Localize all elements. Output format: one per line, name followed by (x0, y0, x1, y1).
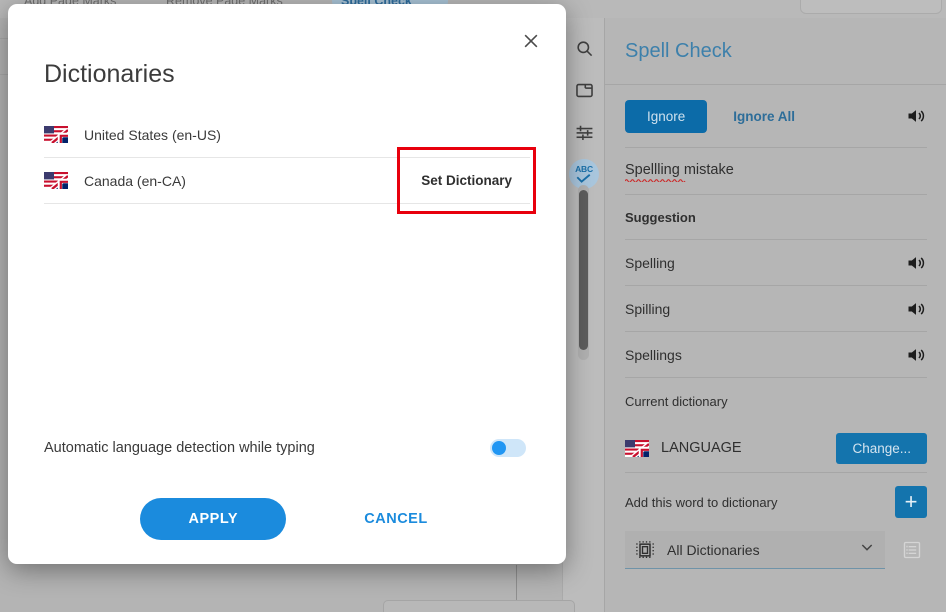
dictionary-book-icon (636, 540, 654, 558)
add-word-button[interactable]: + (895, 486, 927, 518)
chevron-down-icon (859, 539, 875, 560)
sliders-icon[interactable] (570, 118, 598, 146)
dictionaries-dialog: Dictionaries United States (en-US) Canad… (8, 4, 566, 564)
panel-body: Ignore Ignore All Spellling mistake Sugg… (605, 85, 946, 569)
speaker-icon-suggestion-0[interactable] (905, 253, 927, 273)
add-word-label: Add this word to dictionary (625, 494, 778, 510)
current-dictionary-row: LANGUAGE Change... (625, 424, 927, 472)
search-icon[interactable] (570, 34, 598, 62)
dictionary-list-item-canada[interactable]: Canada (en-CA) Set Dictionary (44, 147, 536, 214)
dictionary-item-label: United States (en-US) (84, 126, 221, 143)
suggestion-heading: Suggestion (625, 209, 696, 225)
dictionary-select[interactable]: All Dictionaries (625, 531, 885, 569)
panel-header: Spell Check (605, 18, 946, 85)
document-scrollbar-thumb[interactable] (579, 190, 588, 350)
suggestion-label: Spellings (625, 346, 682, 363)
auto-language-detection-row: Automatic language detection while typin… (44, 429, 544, 467)
speaker-icon-suggestion-1[interactable] (905, 299, 927, 319)
panel-title: Spell Check (625, 39, 732, 62)
dictionary-list-item-united-states[interactable]: United States (en-US) (44, 112, 530, 158)
dictionary-list-button[interactable] (897, 535, 927, 565)
current-dictionary-label: Current dictionary (625, 393, 728, 409)
ignore-actions-row: Ignore Ignore All (625, 85, 927, 147)
apply-button[interactable]: APPLY (140, 498, 287, 540)
us-uk-flag-icon (44, 126, 68, 143)
ignore-all-button[interactable]: Ignore All (733, 109, 795, 124)
suggestion-item-1[interactable]: Spilling (625, 286, 927, 331)
ignore-button[interactable]: Ignore (625, 99, 708, 133)
suggestion-label: Spilling (625, 300, 671, 317)
add-word-row: Add this word to dictionary + (625, 473, 927, 531)
dialog-actions: APPLY CANCEL (8, 498, 566, 540)
abc-spellcheck-icon[interactable]: ABC (569, 159, 599, 189)
ribbon-right-control[interactable] (800, 0, 942, 14)
cancel-button[interactable]: CANCEL (358, 510, 433, 528)
speaker-icon-suggestion-2[interactable] (905, 345, 927, 365)
panel-icon[interactable] (570, 76, 598, 104)
dictionary-item-label: Canada (en-CA) (84, 172, 186, 189)
mistake-row: Spellling mistake (625, 148, 927, 194)
set-dictionary-wrapper: Set Dictionary (397, 147, 536, 214)
dictionary-select-value: All Dictionaries (667, 541, 760, 558)
spell-check-panel: Spell Check Ignore Ignore All Spellling … (604, 18, 946, 612)
dictionary-select-row: All Dictionaries (625, 531, 927, 569)
bottom-status-box[interactable] (383, 600, 575, 612)
us-uk-flag-icon (44, 172, 68, 189)
suggestion-label: Spelling (625, 254, 675, 271)
screen: Add Page Marks Remove Page Marks Spell C… (0, 0, 946, 612)
abc-icon-label: ABC (575, 164, 593, 175)
close-icon[interactable] (514, 24, 548, 58)
set-dictionary-button[interactable]: Set Dictionary (403, 161, 530, 200)
suggestion-item-0[interactable]: Spelling (625, 240, 927, 285)
change-dictionary-button[interactable]: Change... (836, 432, 927, 464)
mistake-word: Spellling mistake (625, 162, 734, 182)
suggestion-item-2[interactable]: Spellings (625, 332, 927, 377)
us-uk-flag-icon (625, 439, 649, 457)
spelling-squiggle-icon (625, 179, 686, 182)
dialog-title: Dictionaries (44, 60, 175, 88)
auto-language-detection-label: Automatic language detection while typin… (44, 440, 315, 456)
current-dictionary-name: LANGUAGE (661, 440, 742, 456)
speaker-icon-mistake[interactable] (905, 106, 927, 126)
auto-language-detection-toggle[interactable] (490, 439, 526, 457)
toggle-knob (492, 441, 506, 455)
dictionary-list: United States (en-US) Canada (en-CA) Set… (44, 112, 536, 214)
